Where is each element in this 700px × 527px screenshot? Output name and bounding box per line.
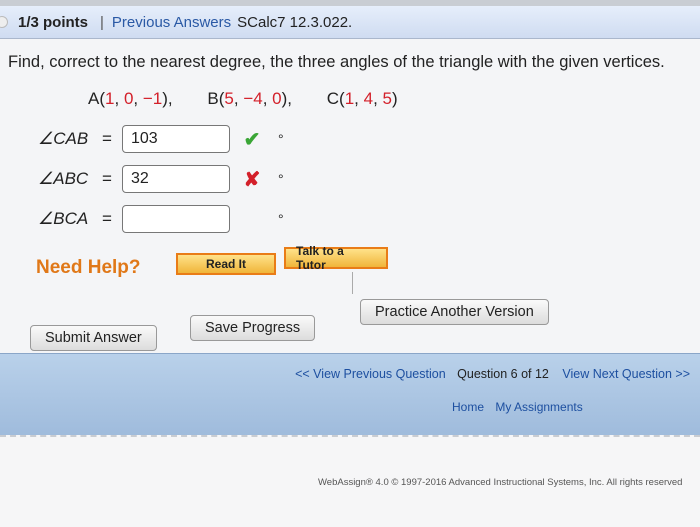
- vertex-a: A(1, 0, −1),: [88, 89, 173, 108]
- save-progress-button[interactable]: Save Progress: [190, 315, 316, 341]
- my-assignments-link[interactable]: My Assignments: [495, 400, 582, 414]
- home-link[interactable]: Home: [452, 400, 484, 414]
- angle-abc-input[interactable]: 32: [122, 165, 230, 193]
- question-nav-line: << View Previous Question Question 6 of …: [295, 367, 690, 381]
- answer-row-cab: ∠CAB = 103 ✔ °: [38, 125, 284, 153]
- submit-answer-button[interactable]: Submit Answer: [30, 325, 157, 351]
- home-links: Home My Assignments: [452, 400, 591, 414]
- question-body: Find, correct to the nearest degree, the…: [0, 39, 700, 353]
- question-marker-icon: [0, 16, 8, 28]
- degree-unit: °: [278, 131, 284, 147]
- angle-label: ∠BCA: [38, 209, 89, 228]
- need-help-label: Need Help?: [36, 257, 141, 278]
- angle-label: ∠CAB: [38, 129, 89, 148]
- points-label: 1/3 points: [18, 13, 89, 31]
- angle-label: ∠ABC: [38, 169, 89, 188]
- course-code: SCalc7 12.3.022.: [237, 13, 353, 31]
- vertex-b: B(5, −4, 0),: [207, 89, 293, 108]
- page-footer: WebAssign® 4.0 © 1997-2016 Advanced Inst…: [0, 435, 700, 527]
- problem-prompt: Find, correct to the nearest degree, the…: [8, 53, 665, 71]
- talk-to-tutor-button[interactable]: Talk to a Tutor: [284, 244, 388, 272]
- degree-unit: °: [278, 211, 284, 227]
- previous-answers-link[interactable]: Previous Answers: [112, 14, 231, 31]
- angle-cab-input[interactable]: 103: [122, 125, 230, 153]
- view-previous-question-link[interactable]: << View Previous Question: [295, 367, 446, 381]
- answer-row-bca: ∠BCA = °: [38, 205, 284, 233]
- header-separator: |: [100, 13, 104, 31]
- question-header: 1/3 points | Previous Answers SCalc7 12.…: [0, 6, 700, 39]
- angle-bca-input[interactable]: [122, 205, 230, 233]
- button-divider: [352, 272, 353, 294]
- incorrect-x-icon: ✘: [243, 168, 261, 191]
- question-navigation: << View Previous Question Question 6 of …: [0, 353, 700, 436]
- degree-unit: °: [278, 171, 284, 187]
- answer-row-abc: ∠ABC = 32 ✘ °: [38, 165, 284, 193]
- question-counter: Question 6 of 12: [457, 367, 549, 381]
- vertices-line: A(1, 0, −1), B(5, −4, 0), C(1, 4, 5): [88, 89, 428, 109]
- vertex-c: C(1, 4, 5): [326, 89, 398, 108]
- copyright-text: WebAssign® 4.0 © 1997-2016 Advanced Inst…: [318, 477, 683, 488]
- practice-another-version-button[interactable]: Practice Another Version: [360, 299, 549, 325]
- view-next-question-link[interactable]: View Next Question >>: [562, 367, 690, 381]
- correct-check-icon: ✔: [243, 128, 261, 151]
- read-it-button[interactable]: Read It: [176, 253, 276, 275]
